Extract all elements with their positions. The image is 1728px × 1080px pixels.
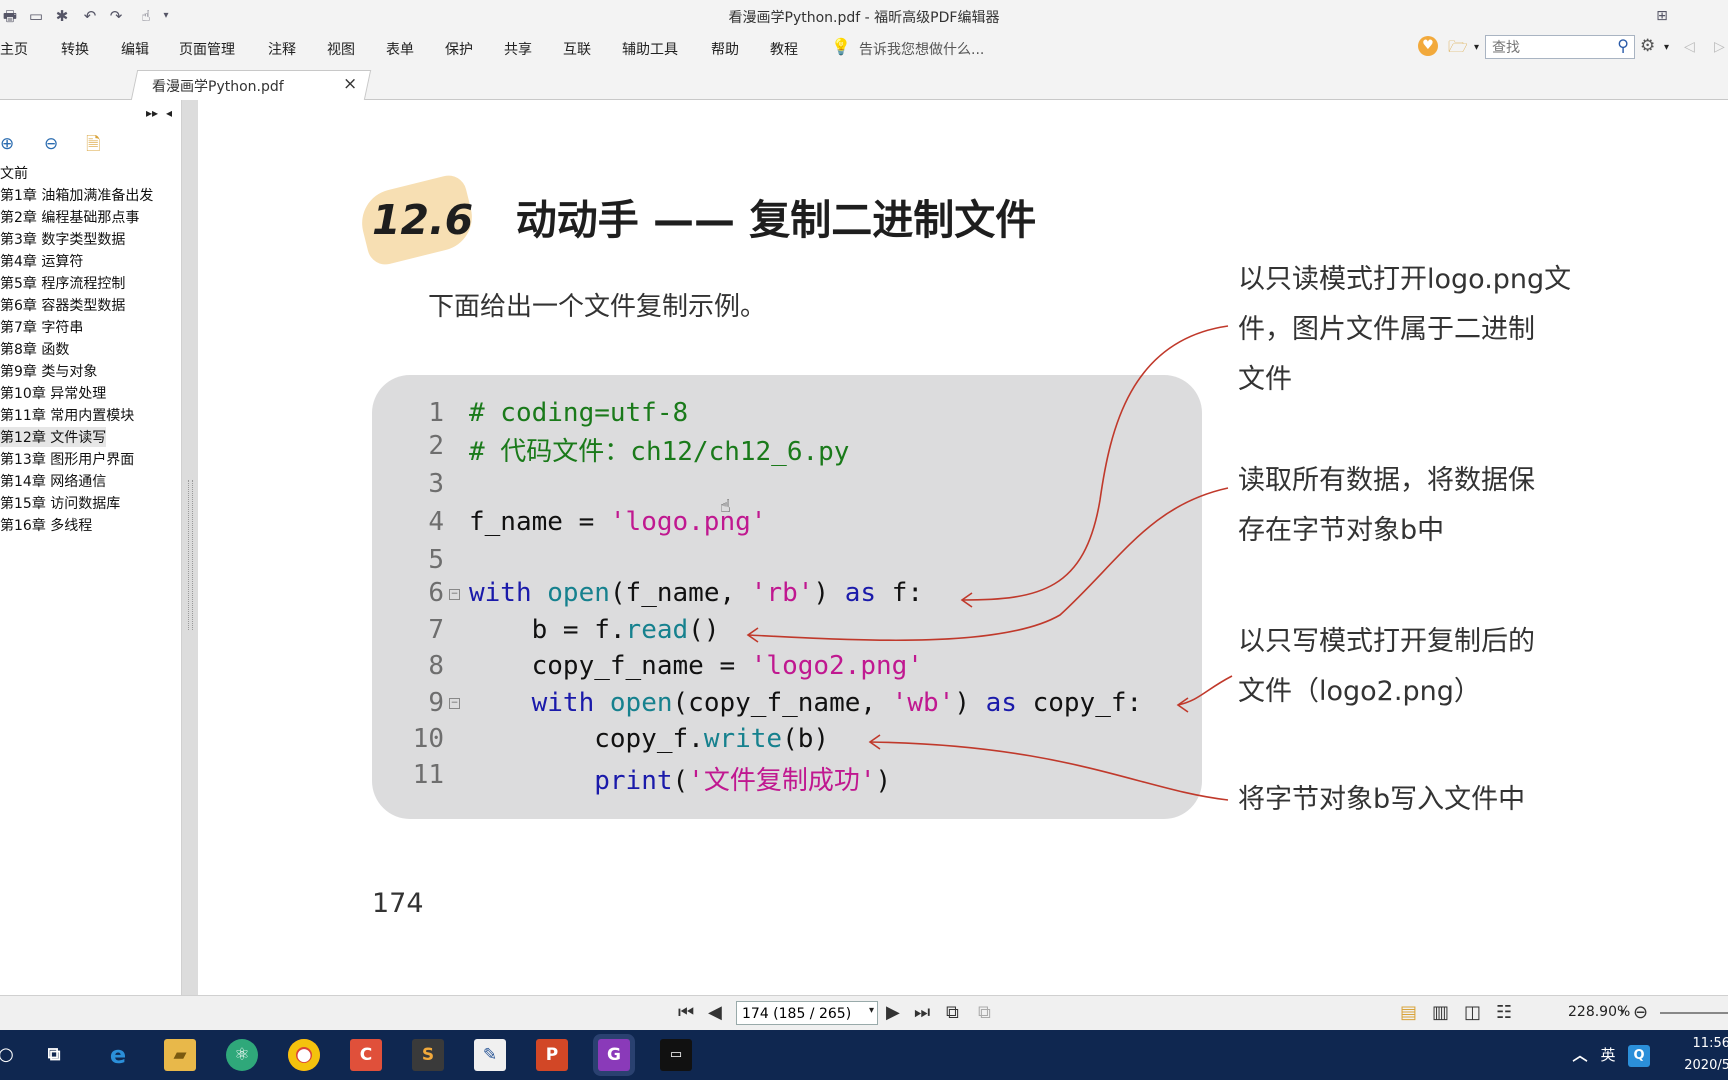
edge-browser-icon[interactable]: e [102,1039,134,1071]
zoom-out-icon[interactable]: ⊖ [1633,1002,1648,1023]
foxit-pdf-icon[interactable]: G [598,1039,630,1071]
file-explorer-icon[interactable]: ▰ [164,1039,196,1071]
sublime-text-icon[interactable]: S [412,1039,444,1071]
tray-app-icon[interactable]: Q [1628,1045,1650,1067]
document-app-icon[interactable]: ✎ [474,1039,506,1071]
arrow-to-line-10 [869,741,1229,801]
red-app-icon[interactable]: C [350,1039,382,1071]
clock-time: 11:56 [1692,1036,1728,1051]
previous-view-icon[interactable]: ⧉ [946,1002,959,1023]
facing-view-icon[interactable]: ◫ [1464,1002,1481,1023]
next-view-icon[interactable]: ⧉ [978,1002,991,1023]
next-page-icon[interactable]: ▶ [886,1002,900,1023]
taskbar [0,1030,1728,1080]
chrome-browser-icon[interactable]: ● [288,1039,320,1071]
zoom-dropdown-icon[interactable]: ▾ [1620,1007,1625,1018]
arrow-to-line-9 [1177,675,1233,706]
continuous-view-icon[interactable]: ▥ [1432,1002,1449,1023]
clock[interactable]: 11:56 2020/5 [1670,1033,1728,1077]
page-number: 174 [372,888,424,919]
hand-cursor-icon: ☝ [720,496,731,517]
single-page-view-icon[interactable]: ▤ [1400,1002,1417,1023]
arrow-to-line-6 [961,325,1229,601]
previous-page-icon[interactable]: ◀ [708,1002,722,1023]
first-page-icon[interactable]: ⏮ [678,1002,694,1023]
ime-indicator[interactable]: 英 [1592,1039,1624,1071]
search-taskbar-icon[interactable]: ○ [0,1039,22,1071]
page-input[interactable] [740,1003,862,1025]
task-view-icon[interactable]: ⧉ [38,1039,70,1071]
continuous-facing-view-icon[interactable]: ☷ [1496,1002,1512,1023]
terminal-icon[interactable]: ▭ [660,1039,692,1071]
atom-app-icon[interactable]: ⚛ [226,1039,258,1071]
page-dropdown-icon[interactable]: ▾ [869,1005,874,1016]
last-page-icon[interactable]: ⏭ [914,1002,930,1023]
zoom-slider[interactable] [1660,1012,1728,1014]
powerpoint-icon[interactable]: P [536,1039,568,1071]
clock-date: 2020/5 [1684,1058,1728,1073]
page-input-box: ▾ [736,1001,878,1025]
annotation-arrows: ☝ [720,325,1233,801]
arrow-to-line-7 [747,487,1229,642]
